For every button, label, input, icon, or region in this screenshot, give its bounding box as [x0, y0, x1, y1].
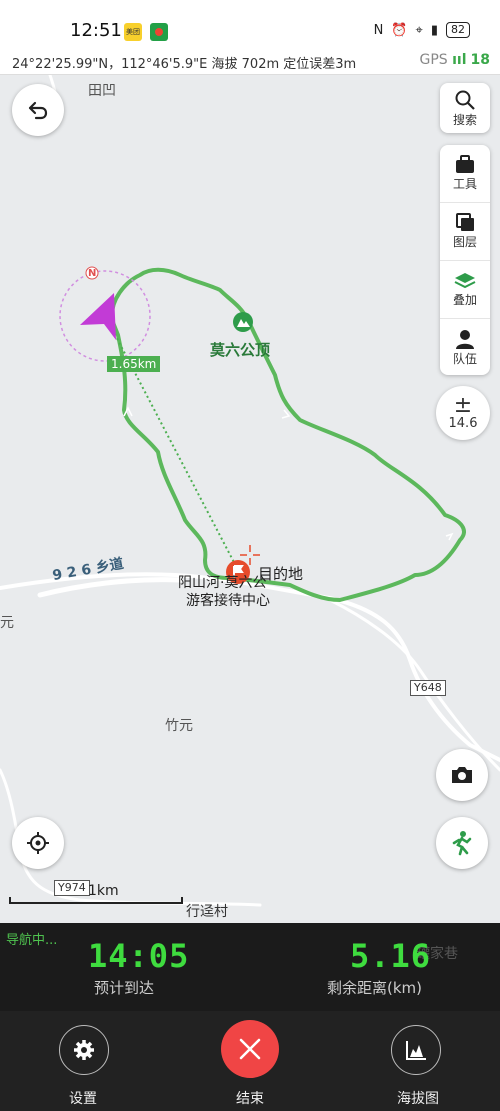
- gps-status: GPS ııl 18: [419, 52, 490, 68]
- status-bar: 12:51 美团 N ⏰ ⌖ ▮ 82: [0, 0, 500, 48]
- end-label: 结束: [236, 1091, 264, 1107]
- elevation-chart-icon: [406, 1041, 426, 1060]
- remaining-distance-label: 剩余距离(km): [327, 979, 423, 997]
- overlay-stack-icon: [454, 273, 476, 289]
- scale-label: 1km: [88, 883, 119, 899]
- compass-north-label: N: [88, 268, 97, 279]
- alarm-icon: ⏰: [391, 22, 408, 38]
- altitude: 海拔 702m: [211, 57, 280, 72]
- place-label: 田凹: [88, 83, 116, 99]
- place-label: 行迳村: [186, 904, 228, 920]
- locate-icon: [27, 832, 49, 854]
- tools-label: 工具: [452, 177, 477, 191]
- place-label: 竹元: [165, 718, 193, 734]
- signal-icon: ▮: [430, 22, 438, 38]
- elevation-chart-button[interactable]: [391, 1025, 441, 1075]
- overlay-button[interactable]: 叠加: [440, 261, 490, 319]
- camera-button[interactable]: [436, 749, 488, 801]
- peak-label: 莫六公顶: [210, 341, 271, 359]
- camera-icon: [452, 767, 472, 783]
- layers-label: 图层: [452, 235, 477, 249]
- navigation-panel: 导航中... 罐家巷 14:05 预计到达 5.16 剩余距离(km): [0, 923, 500, 1011]
- settings-button[interactable]: [59, 1025, 109, 1075]
- back-button[interactable]: [12, 84, 64, 136]
- team-button[interactable]: 队伍: [440, 319, 490, 376]
- track-arrow: [445, 532, 454, 541]
- location-icon: ⌖: [415, 22, 423, 38]
- app-notification-icon: [150, 23, 168, 41]
- zoom-button[interactable]: ± 14.6: [436, 386, 490, 440]
- poi-name-line2: 游客接待中心: [186, 593, 270, 609]
- tools-button[interactable]: 工具: [440, 145, 490, 203]
- overlay-label: 叠加: [452, 293, 477, 307]
- locate-me-button[interactable]: [12, 817, 64, 869]
- team-label: 队伍: [452, 352, 477, 366]
- clock: 12:51: [70, 20, 122, 41]
- team-icon: [456, 330, 474, 349]
- location-info-bar: 24°22'25.99"N，112°46'5.9"E 海拔 702m 定位误差3…: [0, 48, 500, 75]
- map-view[interactable]: 田凹 N 莫六公顶 1.65km 9 2 6 乡道 目的地 阳山河·莫六公 游客…: [0, 75, 500, 923]
- heading-arrow: [80, 293, 116, 340]
- nfc-icon: N: [373, 22, 384, 38]
- coordinates: 24°22'25.99"N，112°46'5.9"E: [12, 57, 208, 72]
- search-icon: [455, 90, 475, 110]
- track-arrow: [281, 409, 291, 419]
- tool-panel: 工具 图层 叠加 队伍: [440, 145, 490, 375]
- accuracy: 定位误差3m: [283, 57, 357, 72]
- system-icons: N ⏰ ⌖ ▮ 82: [374, 22, 470, 38]
- layers-button[interactable]: 图层: [440, 203, 490, 261]
- settings-label: 设置: [69, 1091, 97, 1107]
- hiking-mode-button[interactable]: [436, 817, 488, 869]
- peak-marker: [233, 312, 253, 332]
- gear-icon: [74, 1040, 94, 1060]
- nav-status: 导航中...: [6, 933, 58, 948]
- remaining-distance-value: 5.16: [350, 937, 432, 975]
- poi-name-line1: 阳山河·莫六公: [178, 575, 267, 591]
- eta-label: 预计到达: [94, 979, 155, 997]
- toolbox-icon: [456, 155, 474, 173]
- search-button[interactable]: 搜索: [440, 83, 490, 133]
- close-icon: [239, 1038, 261, 1060]
- battery-icon: 82: [446, 22, 470, 38]
- road-sign-y974: Y974: [54, 880, 90, 896]
- gps-signal-icon: ııl: [452, 52, 467, 68]
- zoom-plus-minus-icon: ±: [453, 392, 473, 418]
- back-arrow-icon: [28, 101, 48, 120]
- meituan-app-icon: 美团: [124, 23, 142, 41]
- location-readout: 24°22'25.99"N，112°46'5.9"E 海拔 702m 定位误差3…: [12, 53, 356, 72]
- gps-label: GPS: [419, 52, 448, 68]
- end-navigation-button[interactable]: [221, 1020, 279, 1078]
- place-label: 元: [0, 615, 14, 631]
- zoom-level: 14.6: [448, 415, 478, 431]
- gps-satellite-count: 18: [470, 52, 490, 68]
- layers-icon: [456, 213, 474, 231]
- map-canvas: [0, 75, 500, 907]
- gps-track: [109, 267, 466, 602]
- hiker-icon: [452, 831, 472, 856]
- elevation-chart-label: 海拔图: [397, 1091, 439, 1107]
- search-label: 搜索: [452, 112, 477, 127]
- eta-value: 14:05: [88, 937, 190, 975]
- road-sign-y648: Y648: [410, 680, 446, 696]
- distance-tag: 1.65km: [107, 356, 161, 372]
